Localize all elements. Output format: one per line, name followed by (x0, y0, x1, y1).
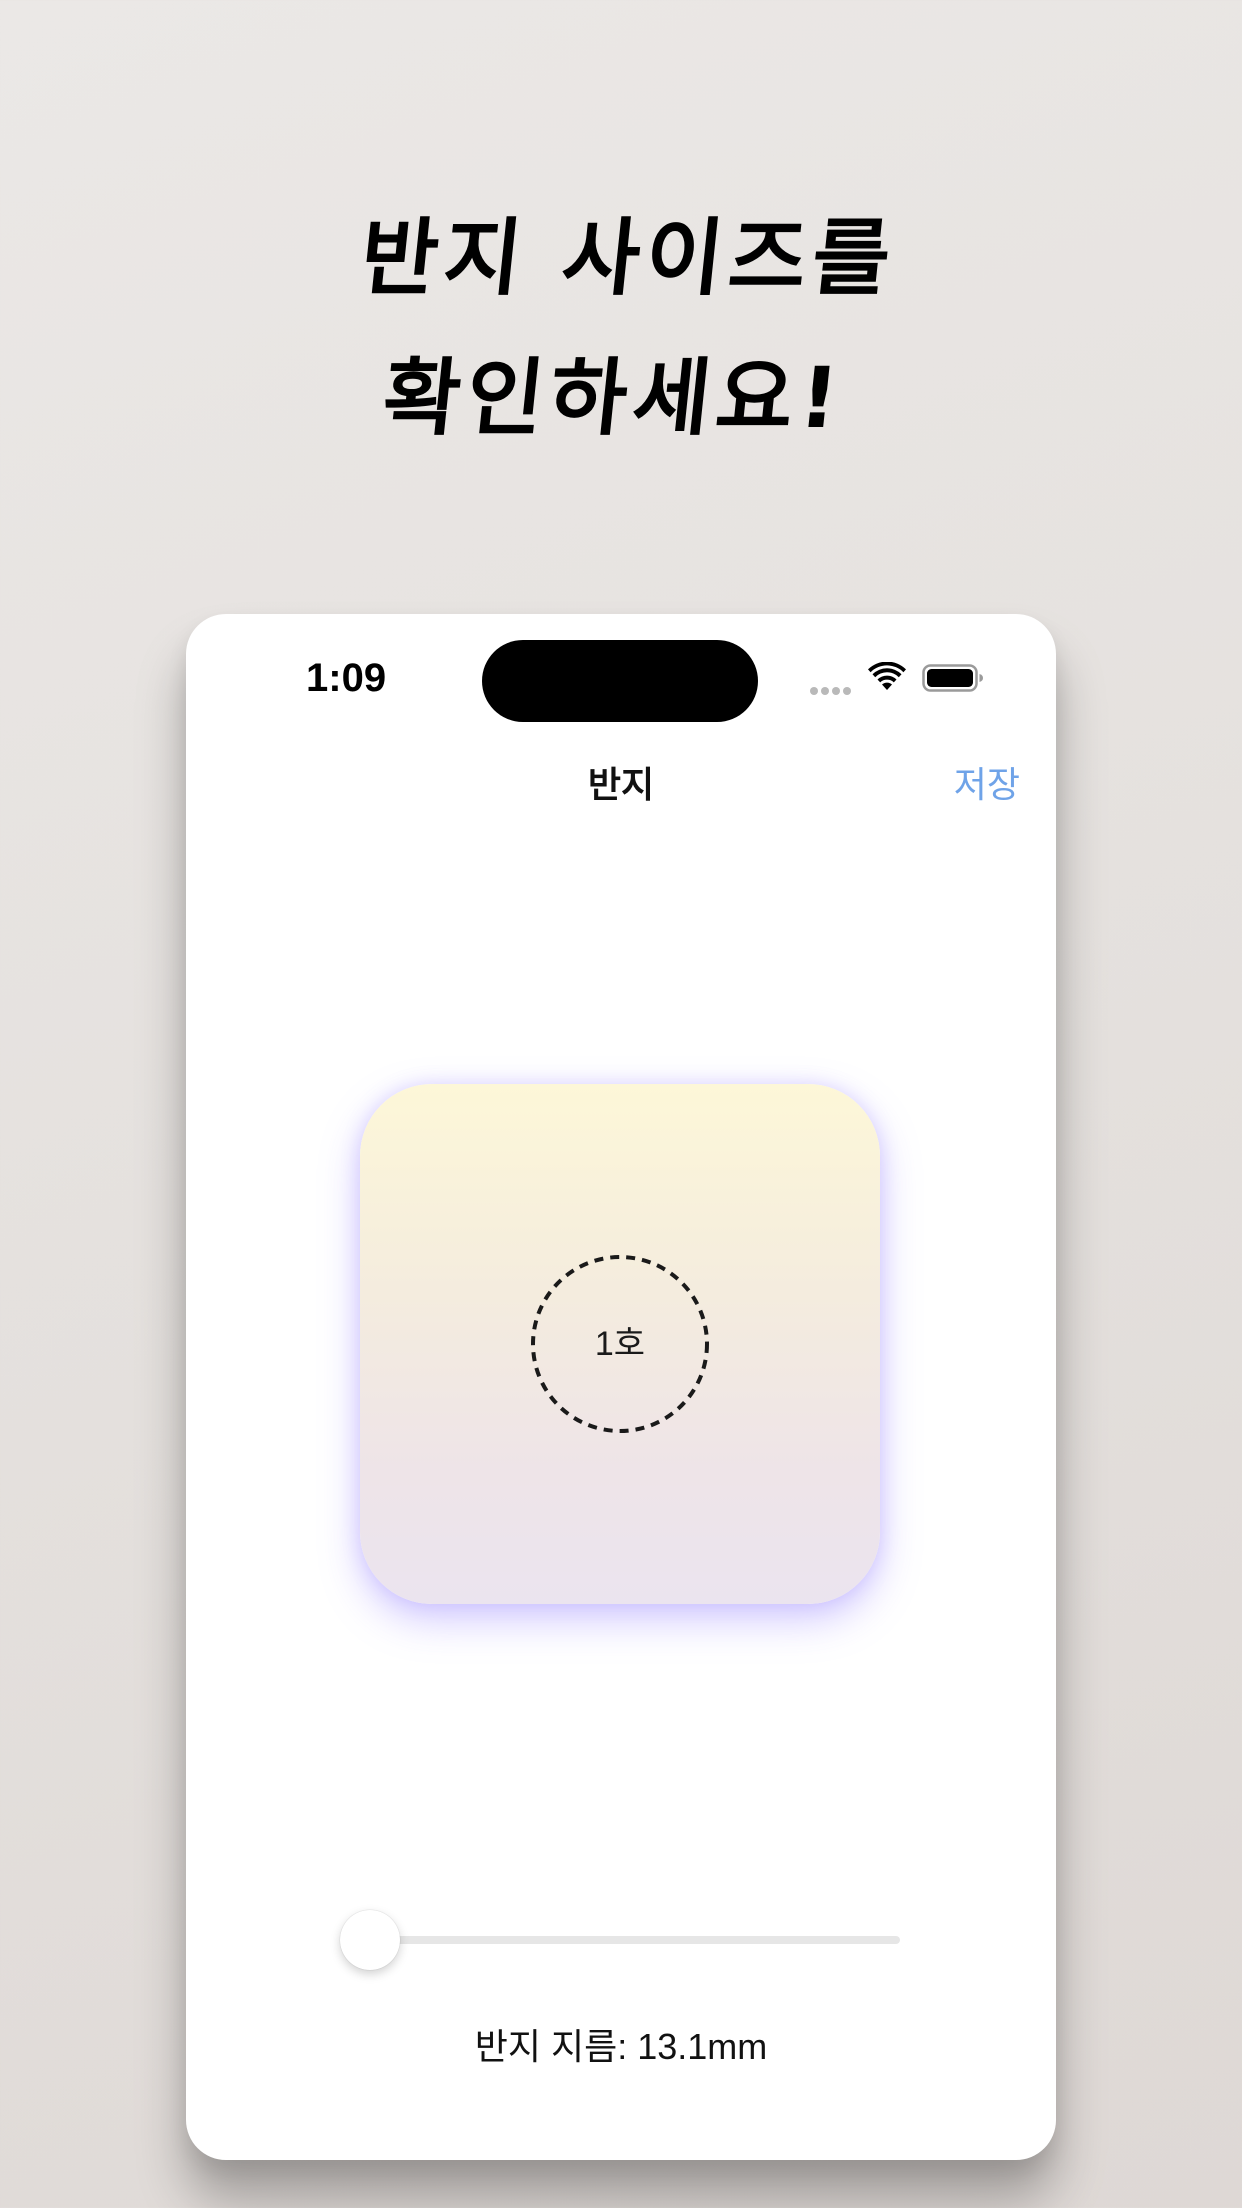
ring-preview-card: 1호 (360, 1084, 880, 1604)
ring-size-label: 1호 (594, 1325, 646, 1363)
battery-icon (922, 664, 983, 692)
cellular-signal-icon (810, 680, 856, 695)
dynamic-island (482, 640, 758, 722)
ring-size-slider-thumb[interactable] (340, 1910, 400, 1970)
phone-screen: 1:09 반지 저장 1호 반지 지름: 13.1mm (186, 614, 1056, 2160)
wifi-icon (868, 662, 906, 690)
ring-size-slider-track[interactable] (370, 1936, 900, 1944)
promo-headline-line2: 확인하세요! (378, 349, 850, 447)
nav-title: 반지 (587, 764, 655, 805)
status-time: 1:09 (306, 656, 387, 700)
promo-headline-line1: 반지 사이즈를 (355, 209, 901, 307)
promo-headline: 반지 사이즈를 확인하세요! (0, 188, 1242, 468)
save-button[interactable]: 저장 (954, 756, 1020, 808)
ring-diameter-label: 반지 지름: 13.1mm (474, 2026, 768, 2067)
